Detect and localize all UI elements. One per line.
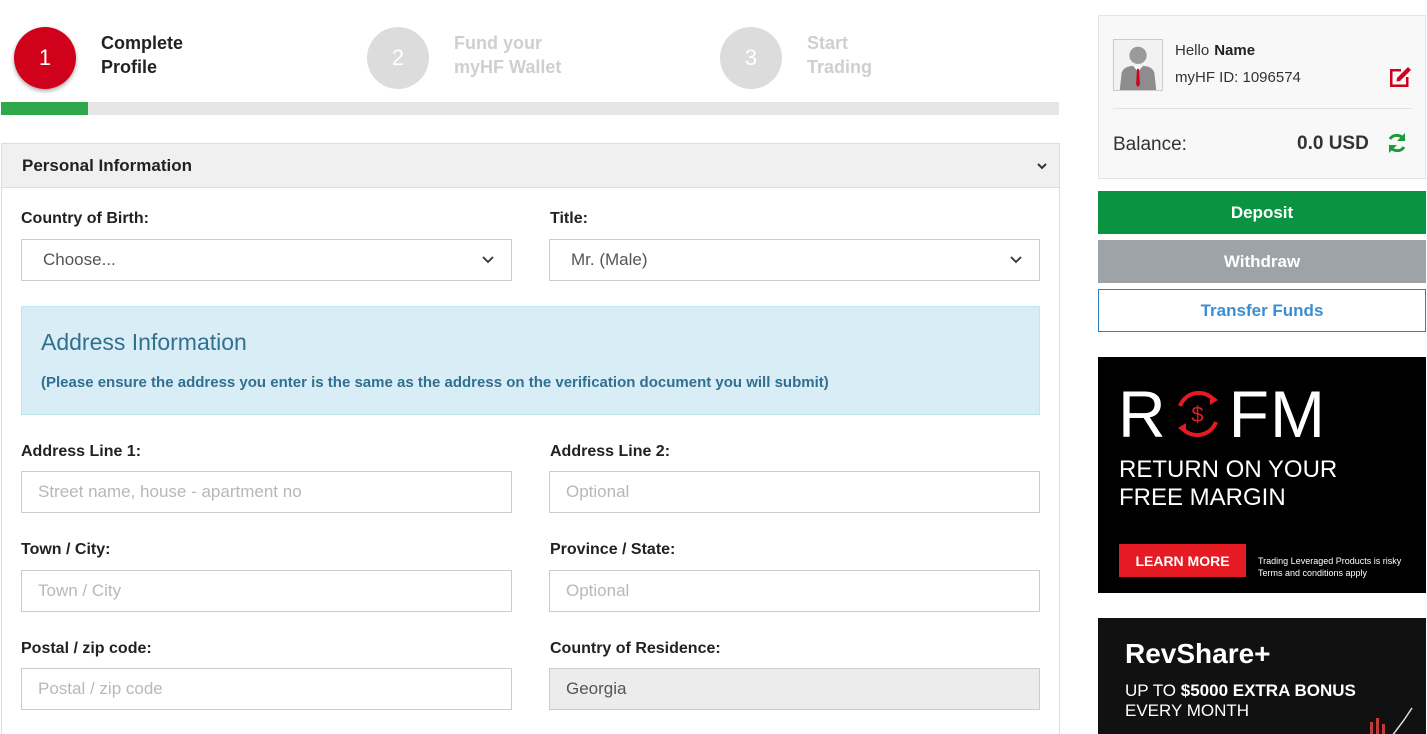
deposit-button[interactable]: Deposit	[1098, 191, 1426, 234]
step-3-badge: 3	[720, 27, 782, 89]
progress-bar	[1, 102, 1059, 115]
postal-code-input[interactable]	[38, 679, 495, 699]
city-input[interactable]	[38, 581, 495, 601]
chevron-down-icon	[482, 256, 494, 264]
postal-code-field[interactable]	[21, 668, 512, 710]
dollar-cycle-icon: $	[1177, 390, 1218, 438]
step-complete-profile: 1 Complete Profile	[14, 27, 183, 91]
step-1-label: Complete Profile	[101, 33, 184, 77]
title-value: Mr. (Male)	[571, 250, 648, 269]
revshare-frequency: EVERY MONTH	[1125, 701, 1250, 720]
refresh-icon[interactable]	[1385, 131, 1409, 155]
edit-icon[interactable]	[1387, 64, 1414, 89]
address-line2-field[interactable]	[549, 471, 1040, 513]
withdraw-button[interactable]: Withdraw	[1098, 240, 1426, 283]
city-label: Town / City:	[21, 541, 111, 558]
panel-header[interactable]: Personal Information	[2, 144, 1059, 188]
svg-text:$: $	[1191, 402, 1204, 427]
step-fund-wallet: 2 Fund your myHF Wallet	[367, 27, 561, 91]
address-info-note: (Please ensure the address you enter is …	[41, 374, 829, 391]
province-input[interactable]	[566, 581, 1023, 601]
address-line2-label: Address Line 2:	[550, 443, 671, 460]
balance-value: 0.0 USD	[1297, 133, 1369, 154]
personal-information-panel: Personal Information	[1, 143, 1060, 734]
address-info-heading: Address Information	[41, 329, 247, 355]
country-of-birth-value: Choose...	[43, 250, 116, 269]
greeting: Hello Name	[1175, 42, 1256, 59]
revshare-offer: UP TO $5000 EXTRA BONUS	[1125, 681, 1356, 700]
revshare-promo-banner[interactable]: RevShare+ UP TO $5000 EXTRA BONUS EVERY …	[1098, 618, 1426, 734]
transfer-funds-button[interactable]: Transfer Funds	[1098, 289, 1426, 332]
step-1-badge: 1	[14, 27, 76, 89]
chevron-down-icon[interactable]	[1037, 161, 1047, 171]
step-start-trading: 3 Start Trading	[720, 27, 872, 91]
risk-disclaimer: Trading Leveraged Products is risky Term…	[1258, 556, 1402, 578]
chart-decoration-icon	[1370, 707, 1413, 734]
province-field[interactable]	[549, 570, 1040, 612]
country-of-birth-label: Country of Birth:	[21, 210, 149, 227]
address-line1-input[interactable]	[38, 482, 495, 502]
user-name: Name	[1214, 42, 1256, 59]
rofm-tagline: RETURN ON YOUR FREE MARGIN	[1119, 456, 1338, 511]
title-select[interactable]: Mr. (Male)	[549, 239, 1040, 281]
step-2-badge: 2	[367, 27, 429, 89]
city-field[interactable]	[21, 570, 512, 612]
revshare-title: RevShare+	[1125, 638, 1271, 669]
chevron-down-icon	[1010, 256, 1022, 264]
address-line1-label: Address Line 1:	[21, 443, 142, 460]
rofm-promo-banner[interactable]: R $ FM RETURN ON YOUR FREE MARGIN LEARN …	[1098, 357, 1426, 593]
account-id: myHF ID: 1096574	[1175, 69, 1301, 86]
user-avatar-icon	[1113, 39, 1163, 91]
learn-more-button[interactable]: LEARN MORE	[1119, 544, 1246, 577]
country-of-birth-select[interactable]: Choose...	[21, 239, 512, 281]
progress-bar-fill	[1, 102, 88, 115]
province-label: Province / State:	[550, 541, 676, 558]
address-line2-input[interactable]	[566, 482, 1023, 502]
divider	[1113, 108, 1411, 109]
address-info-notice: Address Information (Please ensure the a…	[21, 306, 1040, 415]
step-2-label: Fund your myHF Wallet	[454, 33, 562, 77]
title-label: Title:	[550, 210, 588, 227]
country-of-residence-value: Georgia	[566, 679, 627, 698]
postal-code-label: Postal / zip code:	[21, 640, 152, 657]
address-line1-field[interactable]	[21, 471, 512, 513]
rofm-logo: R $ FM	[1118, 377, 1326, 451]
country-of-residence-label: Country of Residence:	[550, 640, 721, 657]
account-summary: Hello Name myHF ID: 1096574 Balance: 0.0 …	[1098, 15, 1426, 179]
balance-label: Balance:	[1113, 134, 1187, 155]
panel-title: Personal Information	[22, 155, 193, 175]
country-of-residence-field: Georgia	[549, 668, 1040, 710]
step-3-label: Start Trading	[807, 33, 873, 77]
